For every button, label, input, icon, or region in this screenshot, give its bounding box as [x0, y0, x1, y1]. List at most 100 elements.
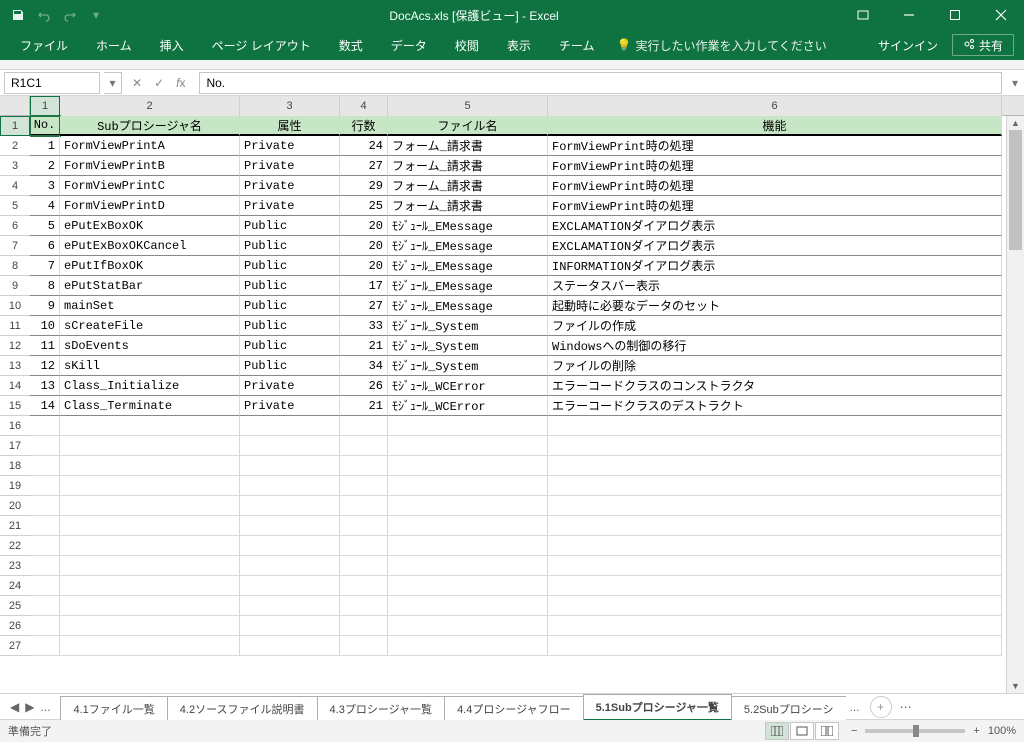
row-header[interactable]: 8: [0, 256, 30, 276]
cell[interactable]: ePutStatBar: [60, 276, 240, 296]
cell[interactable]: ファイルの作成: [548, 316, 1002, 336]
cell[interactable]: [340, 636, 388, 656]
cell[interactable]: [340, 416, 388, 436]
cell[interactable]: ﾓｼﾞｭｰﾙ_WCError: [388, 376, 548, 396]
cell[interactable]: FormViewPrint時の処理: [548, 196, 1002, 216]
cell[interactable]: 1: [30, 136, 60, 156]
cell[interactable]: ePutIfBoxOK: [60, 256, 240, 276]
sheet-tab[interactable]: 4.2ソースファイル説明書: [167, 696, 318, 720]
zoom-slider[interactable]: [865, 729, 965, 733]
row-header[interactable]: 13: [0, 356, 30, 376]
ribbon-tab[interactable]: ページ レイアウト: [198, 30, 325, 60]
cell[interactable]: 33: [340, 316, 388, 336]
cell[interactable]: 5: [30, 216, 60, 236]
cell[interactable]: [240, 556, 340, 576]
cell[interactable]: フォーム_請求書: [388, 196, 548, 216]
row-header[interactable]: 4: [0, 176, 30, 196]
maximize-icon[interactable]: [932, 0, 978, 30]
cell[interactable]: [548, 556, 1002, 576]
cell[interactable]: [240, 456, 340, 476]
ribbon-tab[interactable]: ファイル: [6, 30, 82, 60]
row-header[interactable]: 7: [0, 236, 30, 256]
row-header[interactable]: 21: [0, 516, 30, 536]
row-header[interactable]: 9: [0, 276, 30, 296]
cell[interactable]: 4: [30, 196, 60, 216]
row-header[interactable]: 17: [0, 436, 30, 456]
cell[interactable]: フォーム_請求書: [388, 156, 548, 176]
vertical-scrollbar[interactable]: ▲ ▼: [1006, 116, 1024, 693]
cell[interactable]: フォーム_請求書: [388, 176, 548, 196]
cell[interactable]: [30, 496, 60, 516]
cell[interactable]: Public: [240, 216, 340, 236]
row-header[interactable]: 23: [0, 556, 30, 576]
cell[interactable]: [388, 556, 548, 576]
row-header[interactable]: 3: [0, 156, 30, 176]
cell[interactable]: [30, 416, 60, 436]
cell[interactable]: 21: [340, 396, 388, 416]
cell[interactable]: [240, 496, 340, 516]
row-header[interactable]: 2: [0, 136, 30, 156]
cell[interactable]: [548, 496, 1002, 516]
cell[interactable]: [240, 536, 340, 556]
cell[interactable]: ファイルの削除: [548, 356, 1002, 376]
cell[interactable]: エラーコードクラスのコンストラクタ: [548, 376, 1002, 396]
cell[interactable]: [30, 476, 60, 496]
scroll-down-icon[interactable]: ▼: [1007, 679, 1024, 693]
cell[interactable]: [30, 596, 60, 616]
cell[interactable]: Public: [240, 236, 340, 256]
sign-in-link[interactable]: サインイン: [864, 37, 952, 54]
cell[interactable]: [388, 456, 548, 476]
cell[interactable]: FormViewPrint時の処理: [548, 156, 1002, 176]
cell[interactable]: EXCLAMATIONダイアログ表示: [548, 236, 1002, 256]
cell[interactable]: Private: [240, 376, 340, 396]
ribbon-tab[interactable]: 表示: [493, 30, 545, 60]
cell[interactable]: [388, 476, 548, 496]
row-header[interactable]: 18: [0, 456, 30, 476]
cell[interactable]: [548, 596, 1002, 616]
ribbon-tab[interactable]: 挿入: [146, 30, 198, 60]
cell[interactable]: 9: [30, 296, 60, 316]
cell[interactable]: [388, 536, 548, 556]
page-break-view-icon[interactable]: [815, 722, 839, 740]
name-box-dropdown-icon[interactable]: ▾: [104, 72, 122, 94]
column-header[interactable]: 3: [240, 96, 340, 116]
sheet-tab[interactable]: 4.4プロシージャフロー: [444, 696, 584, 720]
cell[interactable]: [60, 516, 240, 536]
close-icon[interactable]: [978, 0, 1024, 30]
cell[interactable]: [388, 576, 548, 596]
cell[interactable]: Private: [240, 176, 340, 196]
cell[interactable]: 7: [30, 256, 60, 276]
cell[interactable]: [340, 536, 388, 556]
cell[interactable]: [240, 416, 340, 436]
cell[interactable]: [60, 476, 240, 496]
ribbon-tab[interactable]: ホーム: [82, 30, 146, 60]
fx-icon[interactable]: fx: [176, 76, 185, 90]
cell[interactable]: ファイル名: [388, 116, 548, 136]
column-header[interactable]: 5: [388, 96, 548, 116]
cell[interactable]: [548, 516, 1002, 536]
row-header[interactable]: 26: [0, 616, 30, 636]
row-header[interactable]: 15: [0, 396, 30, 416]
cell[interactable]: mainSet: [60, 296, 240, 316]
cell[interactable]: [340, 436, 388, 456]
row-header[interactable]: 1: [0, 116, 30, 136]
cell[interactable]: Public: [240, 276, 340, 296]
cell[interactable]: sKill: [60, 356, 240, 376]
cell[interactable]: 6: [30, 236, 60, 256]
cell[interactable]: [388, 436, 548, 456]
name-box[interactable]: R1C1: [4, 72, 100, 94]
cell[interactable]: ﾓｼﾞｭｰﾙ_EMessage: [388, 216, 548, 236]
tell-me[interactable]: 💡 実行したい作業を入力してください: [616, 37, 826, 54]
cell[interactable]: FormViewPrintA: [60, 136, 240, 156]
cell[interactable]: [240, 516, 340, 536]
cell[interactable]: FormViewPrintB: [60, 156, 240, 176]
cell[interactable]: ﾓｼﾞｭｰﾙ_WCError: [388, 396, 548, 416]
cell[interactable]: フォーム_請求書: [388, 136, 548, 156]
cell[interactable]: 20: [340, 236, 388, 256]
cell[interactable]: [60, 456, 240, 476]
cell[interactable]: ePutExBoxOKCancel: [60, 236, 240, 256]
cell[interactable]: 11: [30, 336, 60, 356]
cell[interactable]: 10: [30, 316, 60, 336]
cell[interactable]: [340, 456, 388, 476]
sheet-tab[interactable]: 4.1ファイル一覧: [60, 696, 167, 720]
